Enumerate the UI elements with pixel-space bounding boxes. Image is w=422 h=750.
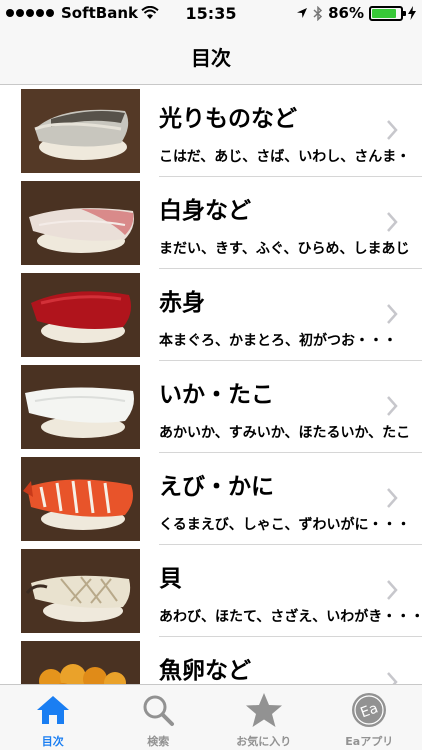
white-fish-sushi-image xyxy=(21,181,140,265)
status-right-group: 86% xyxy=(296,4,416,22)
list-item-title: 貝 xyxy=(159,566,182,592)
chevron-right-icon xyxy=(387,672,398,684)
battery-level xyxy=(372,8,397,18)
list-item[interactable]: 光りものなど こはだ、あじ、さば、いわし、さんま・ xyxy=(0,85,422,177)
tab-label: お気に入り xyxy=(236,735,292,748)
list-item-title: 赤身 xyxy=(159,290,205,316)
list-item-subtitle: まだい、きす、ふぐ、ひらめ、しまあじ xyxy=(159,241,410,257)
chevron-right-icon xyxy=(387,304,398,324)
list-item-subtitle: 本まぐろ、かまとろ、初がつお・・・ xyxy=(159,333,397,349)
chevron-right-icon xyxy=(387,488,398,508)
list-item-subtitle: こはだ、あじ、さば、いわし、さんま・ xyxy=(159,149,411,165)
battery-percent: 86% xyxy=(328,4,364,22)
chevron-right-icon xyxy=(387,396,398,416)
list-item-title: いか・たこ xyxy=(159,382,274,408)
list-item-title: 魚卵など xyxy=(159,658,251,684)
list-item-subtitle: くるまえび、しゃこ、ずわいがに・・・ xyxy=(159,517,411,533)
fish-roe-sushi-image xyxy=(21,641,140,684)
tab-label: 目次 xyxy=(41,735,64,748)
list-item[interactable]: 貝 あわび、ほたて、さざえ、いわがき・・・ xyxy=(0,545,422,637)
tab-favorites[interactable]: お気に入り xyxy=(211,685,317,750)
list-item[interactable]: 魚卵など xyxy=(0,637,422,684)
navigation-bar: 目次 xyxy=(0,28,422,85)
chevron-right-icon xyxy=(387,580,398,600)
location-arrow-icon xyxy=(297,8,308,18)
list-item[interactable]: いか・たこ あかいか、すみいか、ほたるいか、たこ xyxy=(0,361,422,453)
list-item-subtitle: あかいか、すみいか、ほたるいか、たこ xyxy=(159,425,411,441)
bluetooth-icon xyxy=(313,5,323,21)
tab-ea-app[interactable]: Ea Eaアプリ xyxy=(317,685,422,750)
tab-contents[interactable]: 目次 xyxy=(0,685,106,750)
tab-bar: 目次 検索 お気に入り Ea Eaアプリ xyxy=(0,684,422,750)
tuna-sushi-image xyxy=(21,273,140,357)
status-bar: SoftBank 15:35 86% xyxy=(0,0,422,28)
star-icon xyxy=(245,691,283,729)
list-item-title: 白身など xyxy=(159,198,251,224)
tab-search[interactable]: 検索 xyxy=(106,685,212,750)
list-item[interactable]: 赤身 本まぐろ、かまとろ、初がつお・・・ xyxy=(0,269,422,361)
tab-label: Eaアプリ xyxy=(345,735,394,748)
shiny-fish-sushi-image xyxy=(21,89,140,173)
squid-sushi-image xyxy=(21,365,140,449)
list-item-title: 光りものなど xyxy=(159,106,297,132)
home-icon xyxy=(34,691,72,729)
list-item[interactable]: えび・かに くるまえび、しゃこ、ずわいがに・・・ xyxy=(0,453,422,545)
list-item-subtitle: あわび、ほたて、さざえ、いわがき・・・ xyxy=(159,609,422,625)
search-icon xyxy=(139,691,177,729)
tab-label: 検索 xyxy=(147,735,170,748)
list-item[interactable]: 白身など まだい、きす、ふぐ、ひらめ、しまあじ xyxy=(0,177,422,269)
chevron-right-icon xyxy=(387,120,398,140)
category-list: 光りものなど こはだ、あじ、さば、いわし、さんま・ 白身など まだい、きす、ふぐ… xyxy=(0,85,422,684)
chevron-right-icon xyxy=(387,212,398,232)
battery-icon xyxy=(369,5,406,21)
page-title: 目次 xyxy=(191,45,231,70)
shrimp-sushi-image xyxy=(21,457,140,541)
charging-bolt-icon xyxy=(408,6,416,20)
list-item-title: えび・かに xyxy=(159,474,274,500)
shellfish-sushi-image xyxy=(21,549,140,633)
ea-app-icon: Ea xyxy=(350,691,388,729)
